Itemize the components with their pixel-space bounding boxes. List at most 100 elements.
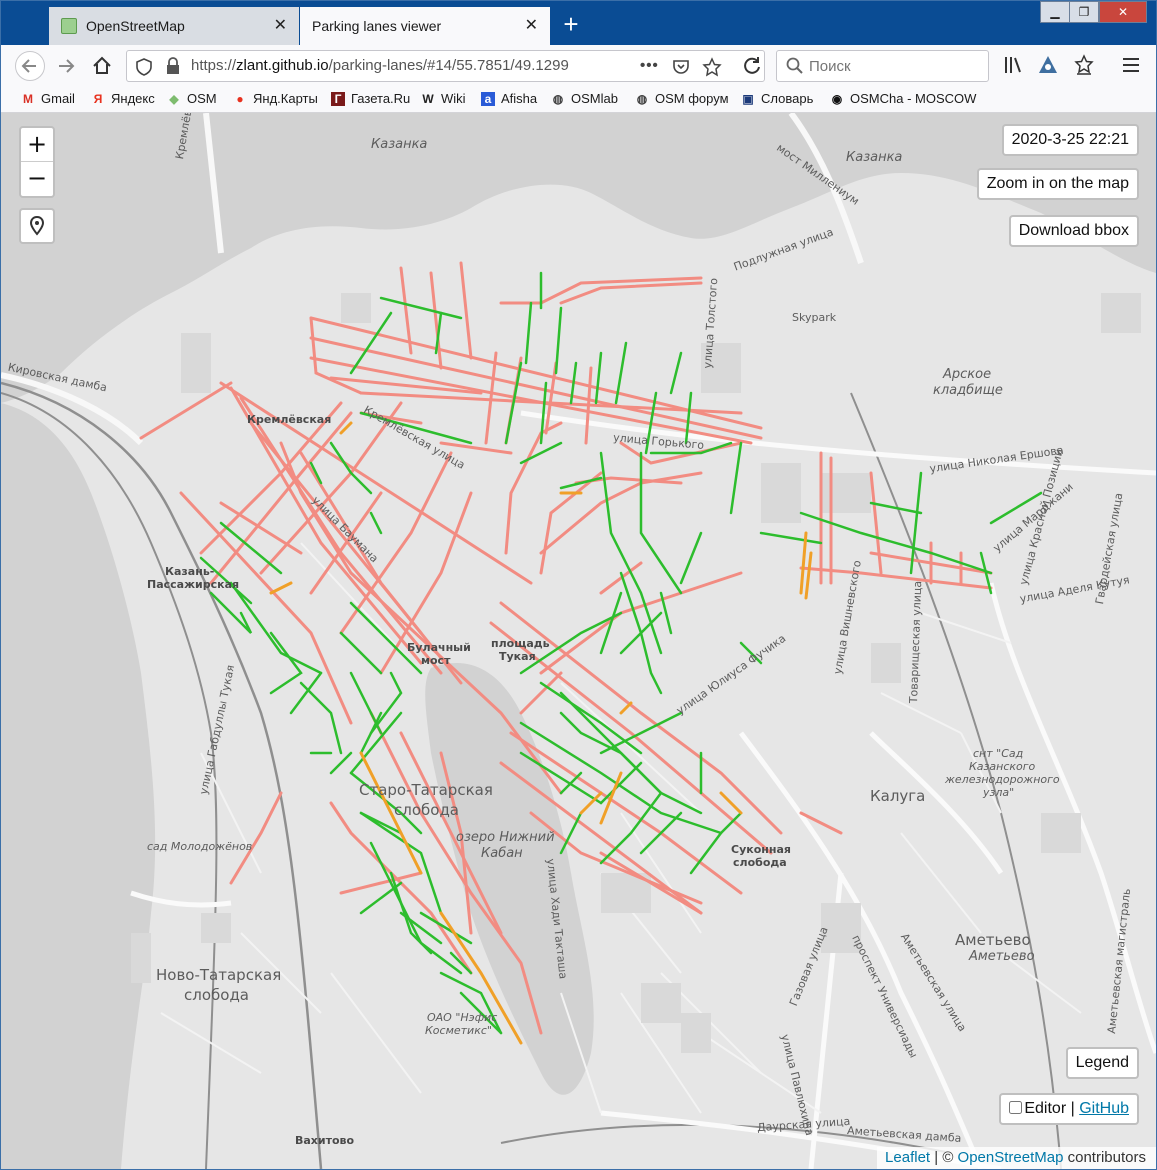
lane-segment	[289, 671, 323, 715]
bookmark-yandex-maps[interactable]: ● Янд.Карты	[233, 91, 317, 106]
map-label: Арское	[943, 367, 992, 382]
zoom-control: + −	[19, 126, 55, 198]
bookmark-gmail[interactable]: M Gmail	[21, 91, 75, 106]
map-label: площадь	[491, 637, 550, 650]
map-label: слобода	[733, 856, 787, 869]
globe-icon: ◍	[636, 91, 648, 106]
extension-star-icon[interactable]	[1073, 54, 1095, 76]
github-link[interactable]: GitHub	[1079, 1100, 1129, 1117]
zoom-hint-box: Zoom in on the map	[976, 168, 1139, 200]
leaflet-link[interactable]: Leaflet	[885, 1149, 930, 1166]
bookmark-osmlab[interactable]: ◍ OSMlab	[551, 91, 618, 106]
reload-button[interactable]	[737, 51, 767, 81]
bookmark-label: Afisha	[501, 91, 538, 106]
map-label: Казань-	[165, 565, 215, 578]
map-label: кладбище	[933, 383, 1003, 398]
attribution-separator: | ©	[930, 1149, 958, 1166]
zoom-in-button[interactable]: +	[21, 128, 53, 162]
globe-icon: ◍	[552, 91, 564, 106]
back-button[interactable]	[15, 51, 45, 81]
map-canvas[interactable]	[1, 113, 1156, 1169]
openstreetmap-link[interactable]: OpenStreetMap	[958, 1149, 1064, 1166]
lane-segment	[504, 361, 523, 445]
lane-segment	[339, 631, 383, 675]
lane-segment	[804, 551, 813, 600]
url-bar[interactable]: https://zlant.github.io/parking-lanes/#1…	[126, 50, 765, 82]
map-label: Аметьево	[955, 931, 1031, 949]
lane-segment	[559, 281, 703, 305]
map-label: узла"	[983, 786, 1015, 799]
editor-checkbox[interactable]	[1009, 1101, 1023, 1114]
bookmark-yandex[interactable]: Я Яндекс	[91, 91, 155, 106]
search-bar[interactable]	[776, 50, 989, 82]
home-icon	[93, 56, 111, 74]
separator: |	[1066, 1100, 1080, 1117]
maximize-button[interactable]: ❐	[1069, 1, 1099, 23]
legend-button[interactable]: Legend	[1065, 1047, 1139, 1079]
url-text: https://zlant.github.io/parking-lanes/#1…	[191, 57, 569, 74]
map-pin-icon: ●	[236, 91, 244, 106]
sync-account-icon[interactable]	[1037, 54, 1059, 76]
lane-segment	[679, 531, 703, 585]
lane-segment	[759, 531, 823, 545]
attribution: Leaflet | © OpenStreetMap contributors	[877, 1147, 1156, 1169]
dictionary-icon: ▣	[742, 91, 754, 106]
datetime-display[interactable]: 2020-3-25 22:21	[1001, 124, 1139, 156]
bookmark-gazeta[interactable]: Г Газета.Ru	[331, 91, 410, 106]
map-label: Кабан	[481, 846, 523, 861]
map-label: слобода	[184, 986, 250, 1004]
lane-segment	[639, 451, 683, 595]
bookmark-osmcha[interactable]: ◉ OSMCha - MOSCOW	[830, 91, 977, 106]
bookmark-label: Газета.Ru	[351, 91, 411, 106]
zoom-out-button[interactable]: −	[21, 162, 53, 196]
map-label: Косметикс"	[425, 1024, 492, 1037]
pocket-icon[interactable]	[671, 57, 691, 77]
arrow-left-icon	[21, 59, 36, 73]
lane-segment	[729, 441, 743, 515]
bookmark-wiki[interactable]: W Wiki	[421, 91, 466, 106]
map-view[interactable]: Казанка Казанка Кремлёвская дамба Кировс…	[1, 113, 1156, 1169]
download-bbox-button[interactable]: Download bbox	[1008, 215, 1139, 247]
bookmark-osm[interactable]: ◆ OSM	[167, 91, 217, 106]
map-pin-icon	[29, 215, 45, 236]
new-tab-button[interactable]: +	[557, 11, 585, 39]
tab-title: OpenStreetMap	[86, 18, 185, 34]
yandex-icon: Я	[93, 91, 103, 106]
search-input[interactable]	[809, 55, 979, 77]
wikipedia-icon: W	[422, 91, 434, 106]
close-window-button[interactable]: ✕	[1099, 1, 1147, 23]
volga-river	[1, 403, 156, 1169]
close-tab-icon[interactable]: ✕	[525, 17, 538, 35]
bookmark-label: Wiki	[441, 91, 466, 106]
url-path: /parking-lanes/#14/55.7851/49.1299	[328, 57, 569, 74]
lane-segment	[369, 511, 383, 535]
lane-segment	[799, 531, 808, 595]
tab-openstreetmap[interactable]: OpenStreetMap ✕	[49, 7, 299, 45]
map-label: Тукая	[499, 650, 536, 663]
bookmark-dictionary[interactable]: ▣ Словарь	[741, 91, 813, 106]
lane-segment	[269, 581, 293, 595]
close-tab-icon[interactable]: ✕	[274, 17, 287, 35]
page-actions-icon[interactable]: •••	[640, 57, 659, 74]
star-bookmark-icon[interactable]	[702, 57, 722, 77]
home-button[interactable]	[87, 51, 117, 81]
bookmark-osm-forum[interactable]: ◍ OSM форум	[635, 91, 729, 106]
locate-button[interactable]	[19, 208, 55, 244]
lane-segment	[269, 631, 303, 695]
bookmark-label: OSM	[187, 91, 217, 106]
osmcha-icon: ◉	[831, 91, 843, 106]
library-icon[interactable]	[1003, 54, 1023, 76]
forward-button[interactable]	[51, 51, 81, 81]
bookmarks-toolbar: M Gmail Я Яндекс ◆ OSM ● Янд.Карты Г Газета.R…	[1, 87, 1156, 113]
map-label: Ново-Татарская	[156, 966, 282, 984]
map-label: Казанка	[371, 137, 428, 152]
lane-segment	[544, 361, 558, 435]
gazeta-icon: Г	[331, 91, 345, 106]
menu-icon[interactable]	[1121, 54, 1141, 76]
map-label: Казанского	[969, 760, 1036, 773]
minimize-button[interactable]: ▁	[1040, 1, 1070, 23]
lane-segment	[539, 681, 643, 755]
bookmark-afisha[interactable]: a Afisha	[481, 91, 537, 106]
lane-segment	[554, 306, 563, 375]
tab-parking-lanes[interactable]: Parking lanes viewer ✕	[300, 7, 550, 45]
